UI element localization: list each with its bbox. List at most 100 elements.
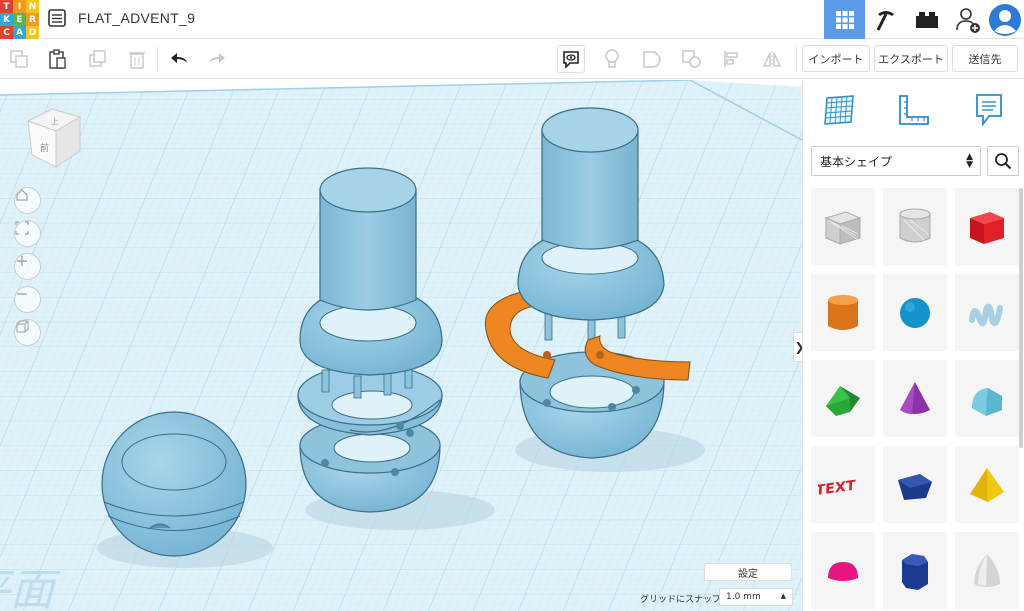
workplane-scene[interactable]: 作業平面 (0, 80, 802, 611)
align-icon (724, 51, 738, 67)
ruler-tool-button[interactable] (892, 90, 936, 130)
redo-icon (209, 53, 225, 63)
shape-tile-roof[interactable] (811, 360, 875, 437)
align-button[interactable] (718, 45, 746, 73)
shape-tile-text[interactable]: TEXT (811, 446, 875, 523)
sphere-model[interactable] (101, 411, 247, 557)
logo-letter: E (13, 13, 26, 26)
zoom-in-button[interactable] (14, 253, 41, 280)
shape-tile-hexagonal-prism[interactable] (883, 532, 947, 609)
logo-letter: I (13, 0, 26, 13)
logo-letter: N (26, 0, 39, 13)
hexagonal-prism-shape-icon (902, 553, 928, 590)
paste-button[interactable] (44, 45, 72, 73)
shape-panel-scrollbar[interactable] (1019, 188, 1023, 448)
fit-icon (15, 221, 29, 235)
duplicate-button[interactable] (84, 45, 112, 73)
notes-tool-button[interactable] (967, 90, 1011, 130)
roof-shape-icon (826, 385, 860, 416)
shape-tile-round-roof[interactable] (955, 360, 1019, 437)
top-bar: TINKERCAD FLAT_ADVENT_9 (0, 0, 1024, 39)
shape-tile-paraboloid[interactable] (955, 532, 1019, 609)
ungroup-button[interactable] (678, 45, 706, 73)
export-button[interactable]: エクスポート (874, 45, 948, 72)
shape-search-button[interactable] (987, 146, 1019, 176)
design-menu-icon[interactable] (47, 8, 67, 28)
undo-button[interactable] (165, 45, 193, 73)
cylinder-hole-shape-icon (899, 208, 931, 242)
polygon-shape-icon (898, 473, 932, 500)
minus-icon (17, 293, 27, 295)
search-icon (995, 153, 1012, 170)
copy-icon (10, 50, 28, 68)
toolbar-divider (796, 47, 797, 71)
bricks-view-button[interactable] (906, 0, 947, 39)
shape-tile-box[interactable] (955, 188, 1019, 265)
fit-view-button[interactable] (14, 220, 41, 247)
pyramid-shape-icon (970, 467, 1004, 502)
profile-avatar[interactable] (986, 0, 1024, 39)
group-icon (643, 51, 661, 68)
workplane[interactable]: 作業平面 上 前 (0, 80, 802, 611)
clipboard-icon (49, 49, 66, 69)
svg-text:TEXT: TEXT (818, 477, 856, 498)
snap-grid-label: グリッドにスナップ (640, 595, 722, 605)
workplane-settings-button[interactable]: 設定 (704, 563, 792, 581)
speech-eye-icon (563, 51, 579, 69)
perspective-cube-icon (16, 320, 29, 333)
codeblocks-view-button[interactable] (865, 0, 906, 39)
logo-letter: A (13, 26, 26, 39)
logo-letter: C (0, 26, 13, 39)
copy-button[interactable] (5, 45, 33, 73)
notes-button[interactable] (557, 45, 585, 73)
grid-icon (835, 10, 854, 29)
toggle-note-visibility-button[interactable] (598, 45, 626, 73)
ortho-view-button[interactable] (14, 319, 41, 346)
duplicate-icon (89, 50, 106, 67)
shape-tile-box-hole[interactable] (811, 188, 875, 265)
shape-tile-pyramid[interactable] (955, 446, 1019, 523)
shape-tile-scribble[interactable] (955, 274, 1019, 351)
workplane-grid-icon (824, 95, 854, 125)
snap-grid-select[interactable]: 1.0 mm ▲ (719, 588, 793, 606)
caret-up-icon: ▲ (780, 592, 786, 600)
home-view-button[interactable] (14, 187, 41, 214)
pickaxe-icon (876, 10, 894, 31)
cylinder-shape-icon (828, 294, 858, 330)
import-button[interactable]: インポート (802, 45, 870, 72)
shape-category-select[interactable]: 基本シェイプ ▲ ▼ (811, 146, 981, 176)
group-button[interactable] (638, 45, 666, 73)
shape-tile-cone[interactable] (883, 360, 947, 437)
view-cube[interactable]: 上 前 (22, 103, 86, 173)
logo-letter: D (26, 26, 39, 39)
paraboloid-shape-icon (974, 553, 1000, 587)
scribble-shape-icon (969, 303, 1003, 326)
zoom-out-button[interactable] (14, 286, 41, 313)
delete-button[interactable] (123, 45, 151, 73)
mirror-button[interactable] (758, 45, 786, 73)
half-sphere-shape-icon (828, 561, 858, 581)
undo-icon (171, 53, 187, 63)
send-to-button[interactable]: 送信先 (952, 45, 1018, 72)
snap-grid-value: 1.0 mm (726, 592, 761, 602)
logo-letter: T (0, 0, 13, 13)
round-roof-shape-icon (972, 387, 1002, 416)
tinkercad-logo[interactable]: TINKERCAD (0, 0, 39, 39)
updown-caret-icon: ▲ ▼ (966, 152, 973, 170)
ungroup-icon (682, 50, 701, 68)
shape-tile-sphere[interactable] (883, 274, 947, 351)
text-shape-icon: TEXT (818, 477, 856, 498)
shape-tile-cylinder[interactable] (811, 274, 875, 351)
mirror-icon (762, 51, 782, 68)
shape-tile-half-sphere[interactable] (811, 532, 875, 609)
add-user-button[interactable] (947, 0, 988, 39)
redo-button[interactable] (203, 45, 231, 73)
workplane-tool-button[interactable] (817, 90, 861, 130)
3d-design-view-button[interactable] (824, 0, 865, 39)
shapes-panel: 基本シェイプ ▲ ▼ TEXT (802, 80, 1024, 611)
shape-tile-cylinder-hole[interactable] (883, 188, 947, 265)
shape-tile-polygon[interactable] (883, 446, 947, 523)
logo-letter: K (0, 13, 13, 26)
document-title[interactable]: FLAT_ADVENT_9 (78, 10, 195, 26)
logo-letter: R (26, 13, 39, 26)
